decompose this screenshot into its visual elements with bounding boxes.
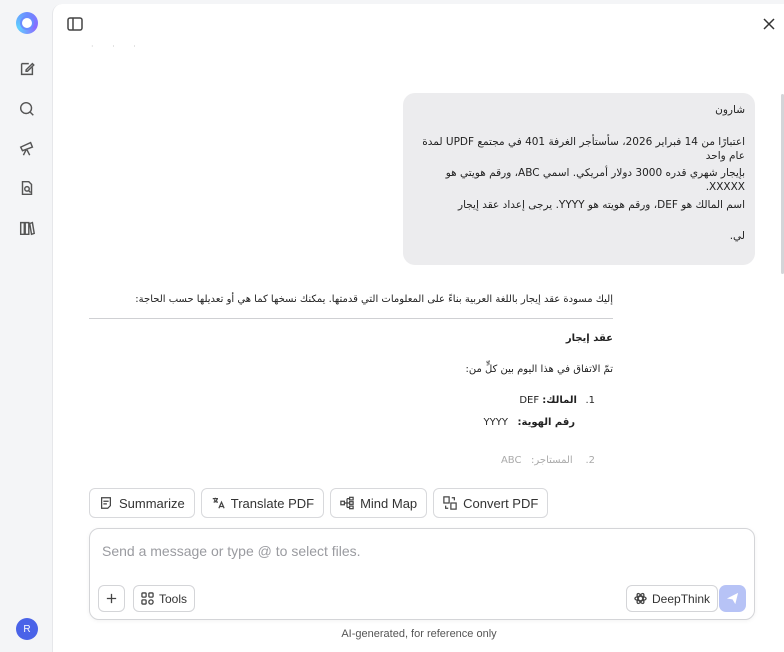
library-icon[interactable] xyxy=(16,217,38,239)
user-message-line: بإيجار شهري قدره 3000 دولار أمريكي. اسمي… xyxy=(445,167,745,193)
chat-panel: · · · شارون اعتبارًا من 14 فبراير 2026، … xyxy=(52,4,784,652)
left-rail: R xyxy=(0,0,52,652)
answer-intro: إليك مسودة عقد إيجار باللغة العربية بناء… xyxy=(135,294,613,305)
list-item: 2. المستأجر: ABC xyxy=(89,455,613,473)
summarize-icon xyxy=(101,497,111,509)
telescope-icon[interactable] xyxy=(16,137,38,159)
app-logo-icon[interactable] xyxy=(16,12,38,34)
disclaimer: AI-generated, for reference only xyxy=(341,628,497,640)
divider xyxy=(89,318,613,319)
avatar[interactable]: R xyxy=(16,618,38,640)
mind-map-button[interactable]: Mind Map xyxy=(330,488,428,518)
message-input[interactable] xyxy=(102,543,702,559)
user-message-line: اعتبارًا من 14 فبراير 2026، سأستأجر الغر… xyxy=(422,135,745,162)
agreement-line: تمّ الاتفاق في هذا اليوم بين كلٍّ من: xyxy=(465,364,613,375)
plus-icon xyxy=(106,593,117,604)
user-message-line: لي. xyxy=(729,230,745,242)
send-icon xyxy=(726,592,739,605)
new-chat-icon[interactable] xyxy=(16,58,38,80)
convert-pdf-button[interactable]: Convert PDF xyxy=(433,488,549,518)
summarize-button[interactable]: Summarize xyxy=(89,488,195,518)
close-icon[interactable] xyxy=(762,16,776,30)
attach-button[interactable] xyxy=(98,585,125,612)
deepthink-button[interactable]: DeepThink xyxy=(626,585,719,612)
user-message-line: شارون xyxy=(715,104,745,116)
tools-icon xyxy=(141,592,154,605)
landlord-value: DEF xyxy=(519,395,540,406)
mind-map-icon xyxy=(340,496,354,510)
message-composer: Tools DeepThink xyxy=(89,528,755,620)
quick-actions: Summarize Translate PDF Mind Map Convert… xyxy=(89,488,549,518)
tenant-label: المستأجر: xyxy=(531,455,573,466)
atom-icon xyxy=(634,592,647,605)
tools-button[interactable]: Tools xyxy=(133,585,196,612)
toggle-sidebar-icon[interactable] xyxy=(67,16,85,32)
list-number: 1. xyxy=(585,395,595,406)
tenant-value: ABC xyxy=(500,455,522,466)
user-message-line: اسم المالك هو DEF، ورقم هويته هو YYYY. ي… xyxy=(458,198,745,211)
truncated-content-dots: · · · xyxy=(91,42,144,51)
convert-icon xyxy=(443,496,457,510)
translate-pdf-button[interactable]: Translate PDF xyxy=(200,488,325,518)
assistant-answer: إليك مسودة عقد إيجار باللغة العربية بناء… xyxy=(89,294,613,473)
id-value: YYYY xyxy=(483,417,508,428)
send-button[interactable] xyxy=(719,585,746,612)
id-label: رقم الهوية: xyxy=(517,417,576,428)
list-number: 2. xyxy=(585,455,595,466)
list-subitem: رقم الهوية: YYYY xyxy=(89,417,613,455)
contract-heading: عقد إيجار xyxy=(565,333,613,344)
landlord-label: المالك: xyxy=(542,395,577,406)
list-item: 1. المالك: DEF xyxy=(89,395,613,417)
document-search-icon[interactable] xyxy=(16,177,38,199)
translate-icon xyxy=(212,497,225,509)
search-icon[interactable] xyxy=(16,98,38,120)
user-message-bubble: شارون اعتبارًا من 14 فبراير 2026، سأستأج… xyxy=(403,93,755,265)
